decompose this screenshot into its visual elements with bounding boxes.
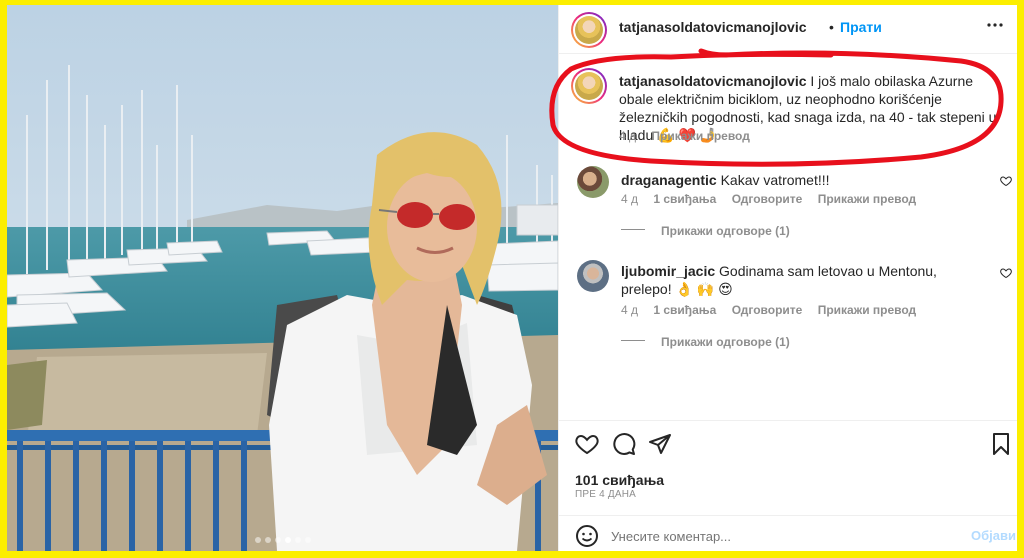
comment-input[interactable]: [611, 525, 941, 547]
post-date[interactable]: ПРЕ 4 ДАНА: [575, 489, 636, 500]
comment-like-icon[interactable]: [1000, 175, 1012, 187]
header-divider: [559, 53, 1017, 54]
carousel-dots: [254, 537, 311, 543]
comment-reply-link[interactable]: Одговорите: [732, 303, 803, 317]
replies-line: [621, 229, 645, 230]
comment-time[interactable]: 4 д: [621, 303, 638, 317]
caption-avatar[interactable]: [571, 68, 607, 104]
bookmark-icon[interactable]: [991, 432, 1011, 456]
comment-reply-link[interactable]: Одговорите: [732, 192, 803, 206]
post-side-panel: tatjanasoldatovicmanojlovic • Прати tatj…: [549, 5, 1017, 551]
comment-translate-link[interactable]: Прикажи превод: [818, 192, 917, 206]
more-icon[interactable]: [987, 23, 1003, 27]
post-photo[interactable]: [7, 5, 558, 551]
comment-body: draganagentic Kakav vatromet!!!: [621, 171, 981, 189]
share-icon[interactable]: [648, 432, 672, 456]
comment-time[interactable]: 4 д: [621, 192, 638, 206]
comment-likes[interactable]: 1 свиђања: [653, 303, 716, 317]
post-comment-button[interactable]: Објави: [971, 528, 1016, 543]
comment-like-icon[interactable]: [1000, 267, 1012, 279]
comment-avatar[interactable]: [577, 166, 609, 198]
comment-username[interactable]: draganagentic: [621, 172, 717, 188]
actions-divider: [559, 420, 1017, 421]
emoji-icon[interactable]: [575, 524, 599, 548]
author-avatar[interactable]: [571, 12, 607, 48]
view-replies-link[interactable]: Прикажи одговоре (1): [661, 224, 790, 238]
comment-body: ljubomir_jacic Godinama sam letovao u Me…: [621, 262, 986, 298]
caption-meta: 4 д Прикажи превод: [619, 129, 750, 143]
heart-icon[interactable]: [575, 432, 599, 456]
follow-button[interactable]: Прати: [840, 19, 882, 35]
comment-meta: 4 д 1 свиђања Одговорите Прикажи превод: [621, 192, 916, 206]
author-username[interactable]: tatjanasoldatovicmanojlovic: [619, 19, 807, 35]
comment-translate-link[interactable]: Прикажи превод: [818, 303, 917, 317]
caption-username[interactable]: tatjanasoldatovicmanojlovic: [619, 73, 807, 89]
comment-likes[interactable]: 1 свиђања: [653, 192, 716, 206]
comment-icon[interactable]: [612, 432, 636, 456]
caption-translate-link[interactable]: Прикажи превод: [651, 129, 750, 143]
comment-username[interactable]: ljubomir_jacic: [621, 263, 715, 279]
comment-text: Kakav vatromet!!!: [720, 172, 830, 188]
photo-illustration: [7, 5, 558, 551]
replies-line: [621, 340, 645, 341]
instagram-post-window: tatjanasoldatovicmanojlovic • Прати tatj…: [7, 5, 1017, 551]
comment-avatar[interactable]: [577, 260, 609, 292]
comment-meta: 4 д 1 свиђања Одговорите Прикажи превод: [621, 303, 916, 317]
like-count[interactable]: 101 свиђања: [575, 472, 664, 488]
input-divider: [559, 515, 1017, 516]
dot-separator: •: [829, 19, 834, 35]
view-replies-link[interactable]: Прикажи одговоре (1): [661, 335, 790, 349]
caption-time[interactable]: 4 д: [619, 129, 636, 143]
